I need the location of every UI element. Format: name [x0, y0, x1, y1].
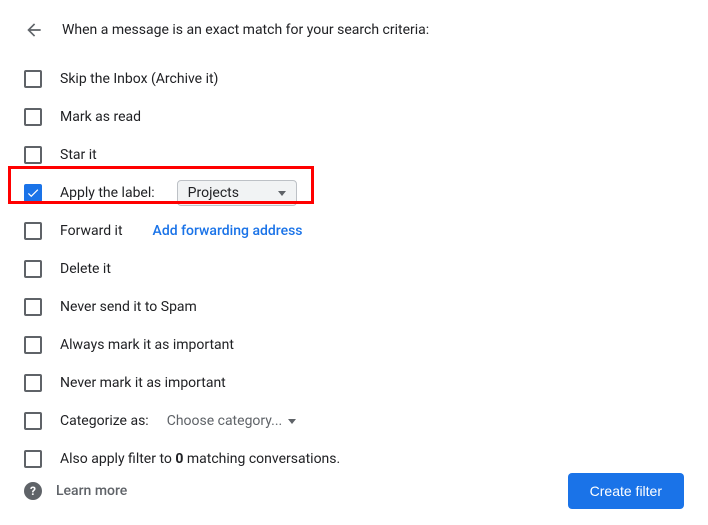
learn-more-link[interactable]: Learn more — [56, 483, 127, 499]
label-delete-it: Delete it — [60, 261, 111, 277]
checkbox-categorize-as[interactable] — [24, 412, 42, 430]
checkbox-also-apply[interactable] — [24, 450, 42, 468]
chevron-down-icon — [288, 419, 296, 424]
apply-label-value: Projects — [188, 185, 239, 201]
checkbox-never-spam[interactable] — [24, 298, 42, 316]
label-also-apply: Also apply filter to 0 matching conversa… — [60, 451, 340, 467]
categorize-as-value: Choose category... — [167, 413, 283, 429]
label-never-spam: Never send it to Spam — [60, 299, 197, 315]
checkbox-apply-label[interactable] — [24, 184, 42, 202]
also-apply-suffix: matching conversations. — [183, 451, 340, 467]
checkbox-mark-as-read[interactable] — [24, 108, 42, 126]
label-mark-as-read: Mark as read — [60, 109, 141, 125]
label-always-important: Always mark it as important — [60, 337, 234, 353]
add-forwarding-address-link[interactable]: Add forwarding address — [153, 223, 303, 239]
categorize-as-dropdown[interactable]: Choose category... — [167, 413, 297, 429]
label-forward-it: Forward it — [60, 223, 123, 239]
create-filter-button[interactable]: Create filter — [568, 473, 684, 509]
help-icon[interactable]: ? — [24, 482, 42, 500]
also-apply-prefix: Also apply filter to — [60, 451, 175, 467]
label-star-it: Star it — [60, 147, 97, 163]
checkbox-never-important[interactable] — [24, 374, 42, 392]
label-never-important: Never mark it as important — [60, 375, 226, 391]
checkbox-skip-inbox[interactable] — [24, 70, 42, 88]
label-skip-inbox: Skip the Inbox (Archive it) — [60, 71, 218, 87]
label-categorize-as: Categorize as: — [60, 413, 149, 429]
checkbox-star-it[interactable] — [24, 146, 42, 164]
apply-label-dropdown[interactable]: Projects — [177, 180, 297, 206]
label-apply-label: Apply the label: — [60, 185, 155, 201]
checkbox-delete-it[interactable] — [24, 260, 42, 278]
checkbox-forward-it[interactable] — [24, 222, 42, 240]
chevron-down-icon — [278, 191, 286, 196]
header-title: When a message is an exact match for you… — [62, 22, 429, 38]
back-arrow-icon[interactable] — [24, 20, 44, 40]
checkbox-always-important[interactable] — [24, 336, 42, 354]
